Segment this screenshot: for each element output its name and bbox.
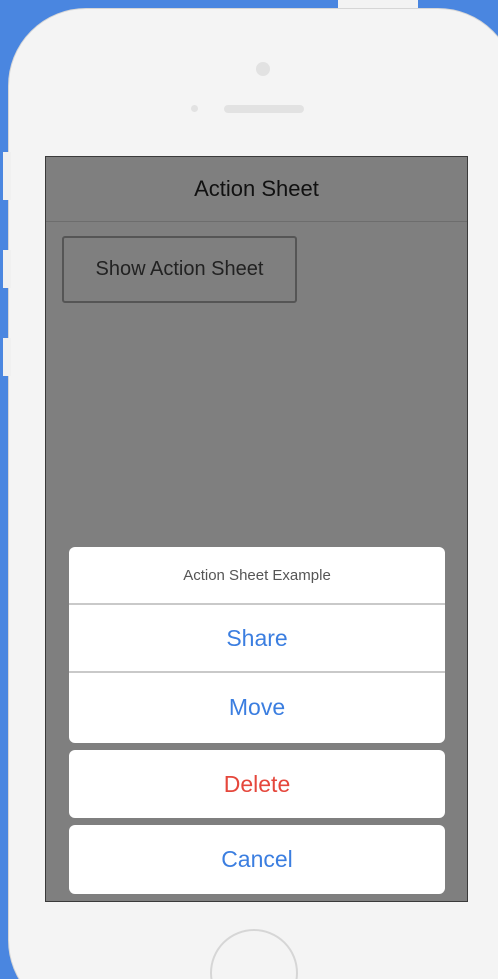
volume-down-button: [3, 338, 11, 376]
move-option-button[interactable]: Move: [69, 673, 445, 741]
action-sheet-cancel-group: Cancel: [69, 825, 445, 894]
navigation-bar: Action Sheet: [46, 157, 467, 222]
action-sheet-destructive-group: Delete: [69, 750, 445, 818]
cancel-button[interactable]: Cancel: [69, 825, 445, 893]
action-sheet-options-group: Action Sheet Example Share Move: [69, 547, 445, 743]
proximity-sensor: [191, 105, 198, 112]
action-sheet-title: Action Sheet Example: [69, 547, 445, 605]
mute-switch: [3, 152, 11, 200]
front-camera: [256, 62, 270, 76]
nav-title: Action Sheet: [194, 176, 319, 201]
earpiece-speaker: [224, 105, 304, 113]
delete-option-button[interactable]: Delete: [69, 750, 445, 818]
share-option-button[interactable]: Share: [69, 605, 445, 673]
volume-up-button: [3, 250, 11, 288]
show-action-sheet-button[interactable]: Show Action Sheet: [62, 236, 297, 303]
app-screen: Action Sheet Show Action Sheet Action Sh…: [45, 156, 468, 902]
